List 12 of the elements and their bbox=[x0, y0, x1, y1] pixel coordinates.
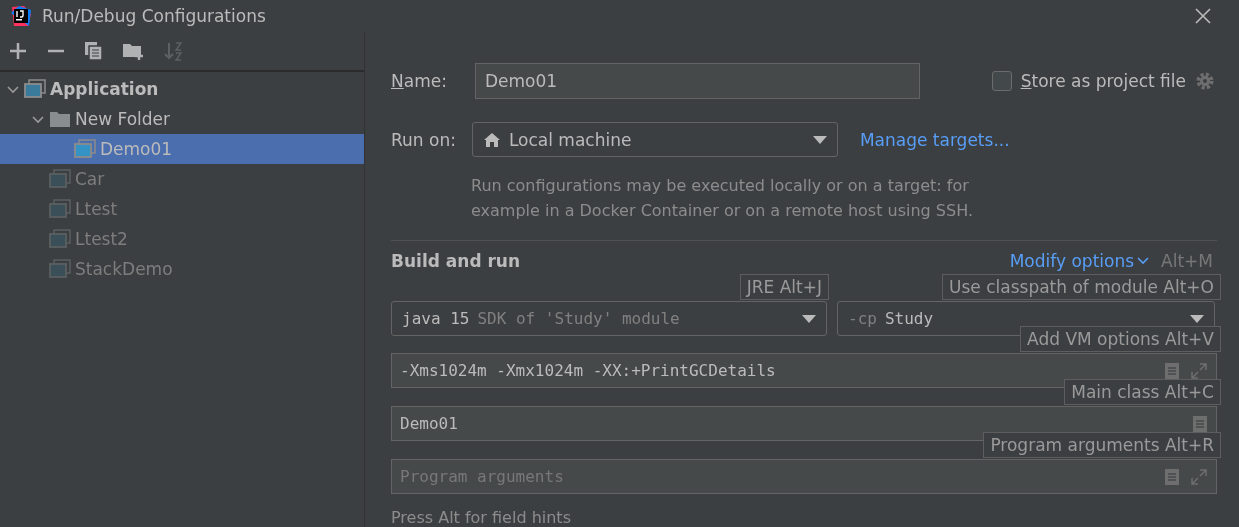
shortcut-tooltip: Main class Alt+C bbox=[1064, 379, 1221, 405]
run-on-label: Run on: bbox=[391, 129, 456, 150]
window-title: Run/Debug Configurations bbox=[42, 6, 267, 26]
shortcut-tooltip: Program arguments Alt+R bbox=[983, 432, 1221, 458]
footer-hint: Press Alt for field hints bbox=[391, 508, 572, 527]
name-label: Name: bbox=[391, 71, 447, 91]
shortcut-tooltip: Use classpath of module Alt+O bbox=[942, 274, 1221, 300]
shortcut-tooltip: Add VM options Alt+V bbox=[1020, 326, 1221, 352]
run-on-description: Run configurations may be executed locally or on a target: for example in a Docker Container or on a remote host using SSH. bbox=[471, 175, 974, 222]
section-heading: Build and run bbox=[391, 251, 522, 271]
shortcut-label: Alt+M bbox=[1161, 251, 1213, 271]
shortcut-tooltip: JRE Alt+J bbox=[739, 274, 829, 300]
